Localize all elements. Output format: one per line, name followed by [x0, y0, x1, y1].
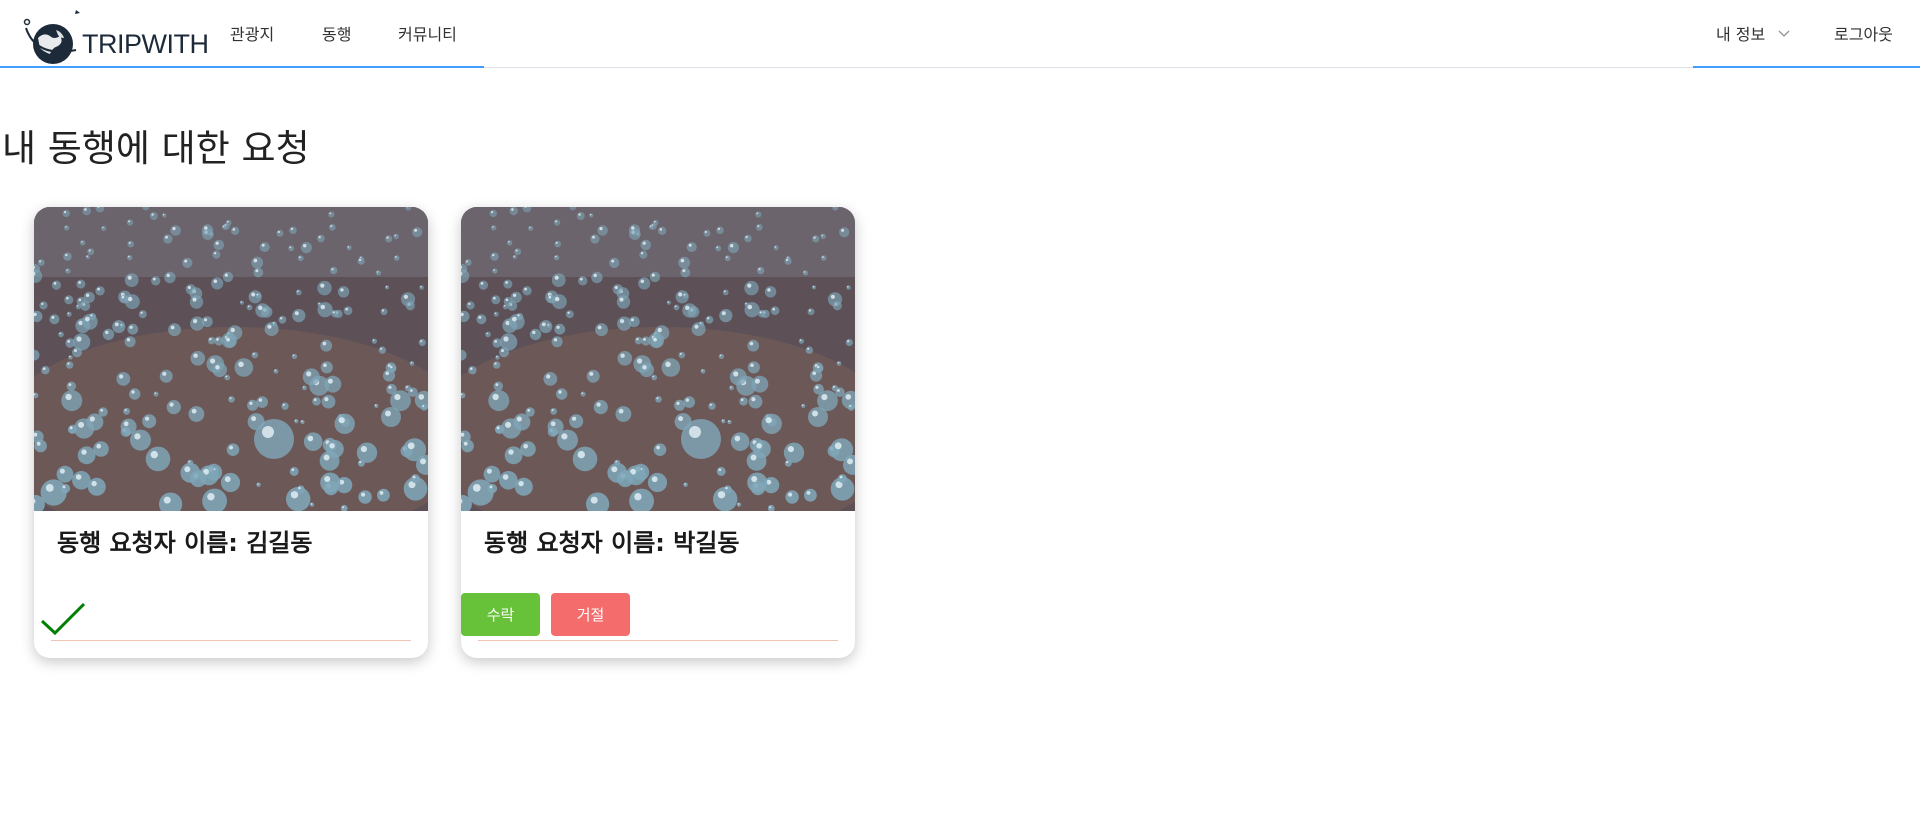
my-info-label: 내 정보: [1716, 25, 1766, 44]
reject-button[interactable]: 거절: [551, 593, 630, 636]
requester-name: 동행 요청자 이름: 김길동: [57, 529, 313, 557]
logout-button[interactable]: 로그아웃: [1834, 0, 1893, 68]
globe-logo-icon: [23, 10, 80, 64]
nav-tour[interactable]: 관광지: [230, 0, 274, 68]
nav-right-underline: [1693, 66, 1920, 68]
nav-active-underline: [0, 66, 484, 68]
accept-button[interactable]: 수락: [461, 593, 540, 636]
logo-text: TRIPWITH: [82, 29, 209, 59]
chevron-down-icon: [1778, 30, 1790, 37]
nav-companion[interactable]: 동행: [322, 0, 351, 68]
card-image: [461, 207, 855, 511]
page-title: 내 동행에 대한 요청: [2, 127, 310, 170]
card-divider: [51, 640, 411, 641]
nav-community[interactable]: 커뮤니티: [398, 0, 457, 68]
top-nav-bar: TRIPWITH 관광지 동행 커뮤니티 내 정보 로그아웃: [0, 0, 1920, 68]
request-card: 동행 요청자 이름: 박길동 수락 거절: [461, 207, 855, 658]
requester-name: 동행 요청자 이름: 박길동: [484, 529, 740, 557]
logo[interactable]: TRIPWITH: [20, 8, 209, 66]
card-image: [34, 207, 428, 511]
check-icon: [40, 602, 86, 636]
my-info-menu[interactable]: 내 정보: [1716, 0, 1790, 68]
card-divider: [478, 640, 838, 641]
request-card: 동행 요청자 이름: 김길동: [34, 207, 428, 658]
